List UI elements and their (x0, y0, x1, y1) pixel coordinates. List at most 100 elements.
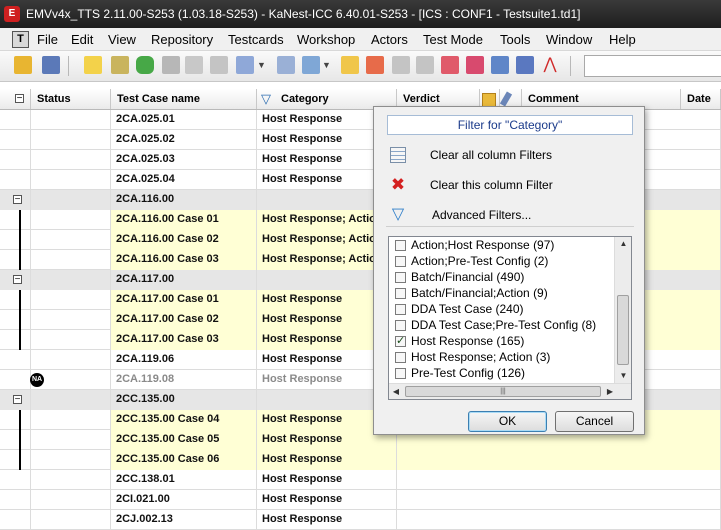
scroll-left-arrow-icon[interactable]: ◀ (389, 384, 403, 399)
filter-checkbox[interactable] (395, 288, 406, 299)
clear-column-filter-item[interactable]: ✖ Clear this column Filter (386, 174, 636, 196)
status-cell (31, 170, 111, 190)
filter-option[interactable]: Batch/Financial (490) (393, 270, 623, 286)
settings-record-icon[interactable] (466, 56, 484, 74)
filter-checkbox[interactable] (395, 240, 406, 251)
menu-test-mode[interactable]: Test Mode (423, 32, 483, 47)
category-values-list[interactable]: Action;Host Response (97) Action;Pre-Tes… (388, 236, 632, 400)
traffic-light-icon[interactable] (136, 56, 154, 74)
filter-option[interactable]: Batch/Financial;Action (9) (393, 286, 623, 302)
filter-checkbox[interactable] (395, 256, 406, 267)
horizontal-scrollbar[interactable]: ◀ ||| ▶ (389, 383, 631, 399)
play-icon[interactable] (416, 56, 434, 74)
filter-checkbox-checked[interactable]: ✓ (395, 336, 406, 347)
test-case-name: 2CC.135.00 Case 04 (111, 410, 257, 430)
column-header-date[interactable]: Date (681, 89, 721, 109)
clear-all-filters-item[interactable]: Clear all column Filters (386, 144, 636, 166)
menu-workshop[interactable]: Workshop (297, 32, 355, 47)
lightning-icon[interactable] (84, 56, 102, 74)
edit-card-icon[interactable] (111, 56, 129, 74)
document-menu-icon[interactable]: T (12, 31, 29, 48)
scroll-right-arrow-icon[interactable]: ▶ (603, 384, 617, 399)
test-case-name: 2CA.025.02 (111, 130, 257, 150)
table-row[interactable]: 2CJ.002.13 Host Response (0, 510, 721, 530)
filter-option[interactable]: ✓ Host Response (165) (393, 334, 623, 350)
horizontal-scroll-thumb[interactable]: ||| (405, 386, 601, 397)
test-case-name: 2CA.025.01 (111, 110, 257, 130)
table-row[interactable]: 2CC.138.01 Host Response (0, 470, 721, 490)
menu-view[interactable]: View (108, 32, 136, 47)
window-title: EMVv4x_TTS 2.11.00-S253 (1.03.18-S253) -… (26, 7, 581, 21)
category-cell: Host Response (257, 450, 397, 470)
status-cell (31, 510, 111, 530)
open-folder-icon[interactable] (14, 56, 32, 74)
test-case-name: 2CA.119.06 (111, 350, 257, 370)
tools-icon[interactable] (210, 56, 228, 74)
filter-option[interactable]: DDA Test Case;Pre-Test Config (8) (393, 318, 623, 334)
menu-edit[interactable]: Edit (71, 32, 93, 47)
status-cell (31, 450, 111, 470)
scroll-up-arrow-icon[interactable]: ▲ (615, 237, 631, 251)
filter-option[interactable]: DDA Test Case (240) (393, 302, 623, 318)
collapse-toggle-icon[interactable]: − (13, 275, 22, 285)
app-icon[interactable]: E (4, 6, 20, 22)
filter-option[interactable]: Action;Host Response (97) (393, 238, 623, 254)
tree-line (19, 410, 21, 430)
filter-checkbox[interactable] (395, 272, 406, 283)
message-icon[interactable] (341, 56, 359, 74)
column-header-status[interactable]: Status (31, 89, 111, 109)
ok-button[interactable]: OK (468, 411, 547, 432)
card-reader-icon[interactable] (162, 56, 180, 74)
collapse-toggle-icon[interactable]: − (13, 395, 22, 405)
status-cell (31, 330, 111, 350)
test-case-name: 2CA.025.04 (111, 170, 257, 190)
filter-checkbox[interactable] (395, 304, 406, 315)
users-icon[interactable] (42, 56, 60, 74)
arch-icon[interactable]: ⋀ (541, 56, 559, 74)
filter-checkbox[interactable] (395, 320, 406, 331)
status-cell (31, 430, 111, 450)
menu-file[interactable]: File (37, 32, 58, 47)
filter-option[interactable]: Action;Pre-Test Config (2) (393, 254, 623, 270)
toolbar-separator (570, 56, 571, 76)
monitor-icon[interactable] (516, 56, 534, 74)
popup-divider (386, 226, 634, 227)
menu-bar: T File Edit View Repository Testcards Wo… (0, 28, 721, 51)
advanced-filters-item[interactable]: ▽ Advanced Filters... (386, 204, 636, 226)
chevron-down-icon[interactable]: ▼ (257, 56, 267, 74)
table-row[interactable]: 2CC.135.00 Case 06 Host Response (0, 450, 721, 470)
menu-tools[interactable]: Tools (500, 32, 530, 47)
filter-option[interactable]: Host Response; Action (3) (393, 350, 623, 366)
menu-testcards[interactable]: Testcards (228, 32, 284, 47)
filter-checkbox[interactable] (395, 352, 406, 363)
document-icon[interactable] (277, 56, 295, 74)
menu-repository[interactable]: Repository (151, 32, 213, 47)
record-icon[interactable] (441, 56, 459, 74)
chevron-down-icon[interactable]: ▼ (322, 56, 332, 74)
tree-line (19, 290, 21, 310)
collapse-toggle-icon[interactable]: − (13, 195, 22, 205)
collapse-all-icon[interactable]: − (15, 94, 24, 104)
scroll-down-arrow-icon[interactable]: ▼ (615, 369, 631, 383)
collapse-all-column[interactable]: − (0, 89, 31, 109)
filter-option[interactable]: Pre-Test Config (126) (393, 366, 623, 382)
menu-window[interactable]: Window (546, 32, 592, 47)
vertical-scrollbar[interactable]: ▲ ▼ (614, 237, 631, 383)
filter-icon[interactable]: ▽ (261, 89, 271, 109)
window-icon[interactable] (491, 56, 509, 74)
pause-icon[interactable] (392, 56, 410, 74)
menu-actors[interactable]: Actors (371, 32, 408, 47)
link-icon[interactable] (185, 56, 203, 74)
export-icon[interactable] (236, 56, 254, 74)
toolbar-search-input[interactable] (584, 55, 721, 77)
column-header-name[interactable]: Test Case name (111, 89, 257, 109)
cancel-button[interactable]: Cancel (555, 411, 634, 432)
tree-line (19, 310, 21, 330)
menu-help[interactable]: Help (609, 32, 636, 47)
vertical-scroll-thumb[interactable] (617, 295, 629, 365)
table-row[interactable]: 2CI.021.00 Host Response (0, 490, 721, 510)
sync-icon[interactable] (302, 56, 320, 74)
stop-message-icon[interactable] (366, 56, 384, 74)
filter-checkbox[interactable] (395, 368, 406, 379)
tree-line (19, 230, 21, 250)
